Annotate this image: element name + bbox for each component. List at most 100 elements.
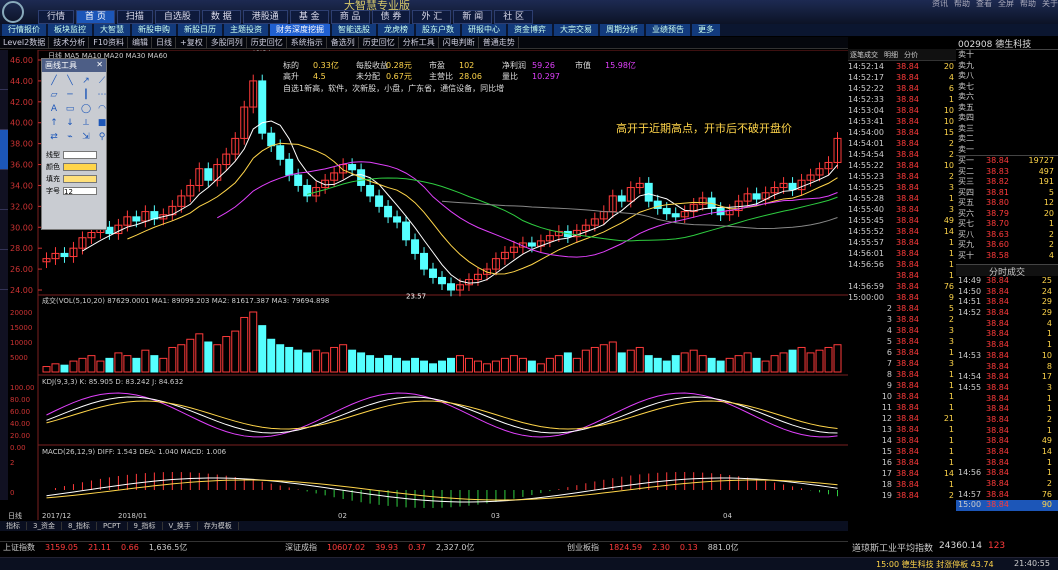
draw-tool-icon[interactable]: ╱ bbox=[47, 75, 61, 87]
orderbook-row[interactable]: 卖七 bbox=[956, 82, 1058, 93]
chart-bottom-tab[interactable]: 3_资金 bbox=[27, 522, 62, 530]
draw-tool-icon[interactable]: ↑ bbox=[47, 117, 61, 129]
toolbar-button[interactable]: 普通走势 bbox=[480, 37, 519, 48]
orderbook-row[interactable]: 卖五 bbox=[956, 103, 1058, 114]
toolbar-button[interactable]: 系统指示 bbox=[288, 37, 327, 48]
toolbar-button[interactable]: Level2数据 bbox=[0, 37, 50, 48]
main-nav-tab[interactable]: 新 闻 bbox=[453, 10, 493, 24]
orderbook-row[interactable]: 卖一 bbox=[956, 145, 1058, 156]
trades-tab[interactable]: 分价 bbox=[902, 49, 920, 60]
main-nav-tab[interactable]: 首 页 bbox=[76, 10, 115, 24]
window-control[interactable]: 关于 bbox=[1042, 0, 1058, 9]
draw-tool-icon[interactable]: ⋯ bbox=[95, 89, 109, 101]
draw-tool-icon[interactable]: ⌁ bbox=[63, 131, 77, 143]
side-tab[interactable] bbox=[0, 90, 8, 130]
toolbar-button[interactable]: 历史回忆 bbox=[248, 37, 287, 48]
sub-nav-tab[interactable]: 大智慧 bbox=[94, 24, 130, 36]
orderbook-row[interactable]: 卖九 bbox=[956, 61, 1058, 72]
draw-tool-icon[interactable]: ◠ bbox=[95, 103, 109, 115]
sub-nav-tab[interactable]: 龙虎榜 bbox=[378, 24, 414, 36]
draw-tool-icon[interactable]: ■ bbox=[95, 117, 109, 129]
orderbook-row[interactable]: 卖六 bbox=[956, 92, 1058, 103]
toolbar-button[interactable]: F10资料 bbox=[90, 37, 128, 48]
side-tab[interactable] bbox=[0, 130, 8, 170]
orderbook-row[interactable]: 买五 38.80 12 bbox=[956, 198, 1058, 209]
left-side-tabs[interactable] bbox=[0, 50, 8, 500]
draw-option-field[interactable] bbox=[63, 163, 97, 171]
sub-nav-tab[interactable]: 主题投资 bbox=[224, 24, 268, 36]
toolbar-button[interactable]: 历史回忆 bbox=[360, 37, 399, 48]
draw-tool-icon[interactable]: ╲ bbox=[63, 75, 77, 87]
sub-nav-tab[interactable]: 新股申购 bbox=[132, 24, 176, 36]
sub-nav-tab[interactable]: 研报中心 bbox=[462, 24, 506, 36]
toolbar-button[interactable]: 闪电判断 bbox=[440, 37, 479, 48]
orderbook-row[interactable]: 卖八 bbox=[956, 71, 1058, 82]
side-tab[interactable] bbox=[0, 210, 8, 250]
draw-tool-icon[interactable]: ⟂ bbox=[79, 117, 93, 129]
orderbook-row[interactable]: 买二 38.83 497 bbox=[956, 167, 1058, 178]
draw-tool-icon[interactable]: ↓ bbox=[63, 117, 77, 129]
main-nav-tab[interactable]: 港股通 bbox=[242, 10, 288, 24]
orderbook-row[interactable]: 卖四 bbox=[956, 113, 1058, 124]
sub-nav-tab[interactable]: 周期分析 bbox=[600, 24, 644, 36]
draw-tool-icon[interactable]: ◯ bbox=[79, 103, 93, 115]
draw-tool-icon[interactable]: ┃ bbox=[79, 89, 93, 101]
main-nav-tab[interactable]: 外 汇 bbox=[412, 10, 452, 24]
orderbook-row[interactable]: 卖十 bbox=[956, 50, 1058, 61]
side-tab[interactable] bbox=[0, 170, 8, 210]
sub-nav-tab[interactable]: 新股日历 bbox=[178, 24, 222, 36]
orderbook-row[interactable]: 卖三 bbox=[956, 124, 1058, 135]
sub-nav-tab[interactable]: 财务深度挖掘 bbox=[270, 24, 330, 36]
window-control[interactable]: 帮助 bbox=[1020, 0, 1036, 9]
draw-tool-icon[interactable]: ─ bbox=[63, 89, 77, 101]
main-nav-tab[interactable]: 基 金 bbox=[289, 10, 329, 24]
side-tab[interactable] bbox=[0, 50, 8, 90]
sub-nav-tab[interactable]: 智能选股 bbox=[332, 24, 376, 36]
chart-bottom-tab[interactable]: 9_指标 bbox=[127, 522, 163, 530]
orderbook-row[interactable]: 卖二 bbox=[956, 134, 1058, 145]
chart-bottom-tab[interactable]: 8_指标 bbox=[61, 522, 97, 530]
sub-nav-tab[interactable]: 行情报价 bbox=[2, 24, 46, 36]
chart-bottom-tab[interactable]: 指标 bbox=[0, 522, 27, 530]
draw-option-field[interactable] bbox=[63, 175, 97, 183]
toolbar-button[interactable]: 技术分析 bbox=[50, 37, 90, 48]
window-control[interactable]: 全屏 bbox=[998, 0, 1014, 9]
draw-tool-icon[interactable]: ▭ bbox=[63, 103, 77, 115]
toolbar-button[interactable]: 备选列 bbox=[328, 37, 359, 48]
draw-tool-icon[interactable]: ⟋ bbox=[95, 75, 109, 87]
orderbook-row[interactable]: 买九 38.60 2 bbox=[956, 240, 1058, 251]
kline-chart[interactable]: 46.00 44.00 42.00 40.00 38.00 36.00 34.00 32.00… bbox=[8, 50, 848, 520]
sub-nav-tab[interactable]: 更多 bbox=[692, 24, 720, 36]
toolbar-button[interactable]: 多股同列 bbox=[208, 37, 247, 48]
main-nav-tab[interactable]: 行情 bbox=[38, 10, 75, 24]
chart-bottom-tab[interactable]: 存为模板 bbox=[197, 522, 239, 530]
trades-tab[interactable]: 逐笔成交 bbox=[848, 49, 880, 60]
orderbook-row[interactable]: 买七 38.70 1 bbox=[956, 219, 1058, 230]
main-nav-tab[interactable]: 扫描 bbox=[116, 10, 153, 24]
draw-tool-icon[interactable]: ⚲ bbox=[95, 131, 109, 143]
orderbook-row[interactable]: 买十 38.58 4 bbox=[956, 251, 1058, 262]
main-nav-tab[interactable]: 商 品 bbox=[330, 10, 370, 24]
orderbook-row[interactable]: 买三 38.82 191 bbox=[956, 177, 1058, 188]
orderbook-row[interactable]: 买四 38.81 5 bbox=[956, 188, 1058, 199]
sub-nav-tab[interactable]: 资金博弈 bbox=[508, 24, 552, 36]
orderbook-row[interactable]: 买六 38.79 20 bbox=[956, 209, 1058, 220]
toolbar-button[interactable]: 分析工具 bbox=[400, 37, 439, 48]
toolbar-button[interactable]: 编辑 bbox=[129, 37, 152, 48]
main-nav-tab[interactable]: 自选股 bbox=[154, 10, 200, 24]
draw-option-field[interactable] bbox=[63, 151, 97, 159]
trades-tab[interactable]: 明细 bbox=[882, 49, 900, 60]
sub-nav-tab[interactable]: 大宗交易 bbox=[554, 24, 598, 36]
toolbar-button[interactable]: 日线 bbox=[153, 37, 176, 48]
draw-option-field[interactable]: 12 bbox=[63, 187, 97, 196]
draw-tool-icon[interactable]: ↗ bbox=[79, 75, 93, 87]
main-nav-tab[interactable]: 社 区 bbox=[494, 10, 534, 24]
sub-nav-tab[interactable]: 业绩预告 bbox=[646, 24, 690, 36]
index-item[interactable]: 深证成指 10607.02 39.93 0.37 2,327.0亿 bbox=[282, 542, 564, 552]
draw-tool-icon[interactable]: ⇄ bbox=[47, 131, 61, 143]
main-nav-tab[interactable]: 债 券 bbox=[371, 10, 411, 24]
index-item[interactable]: 创业板指 1824.59 2.30 0.13 881.0亿 bbox=[564, 542, 846, 552]
close-icon[interactable]: ✕ bbox=[96, 60, 103, 71]
sub-nav-tab[interactable]: 股东户数 bbox=[416, 24, 460, 36]
orderbook-row[interactable]: 买一 38.84 19727 bbox=[956, 156, 1058, 167]
